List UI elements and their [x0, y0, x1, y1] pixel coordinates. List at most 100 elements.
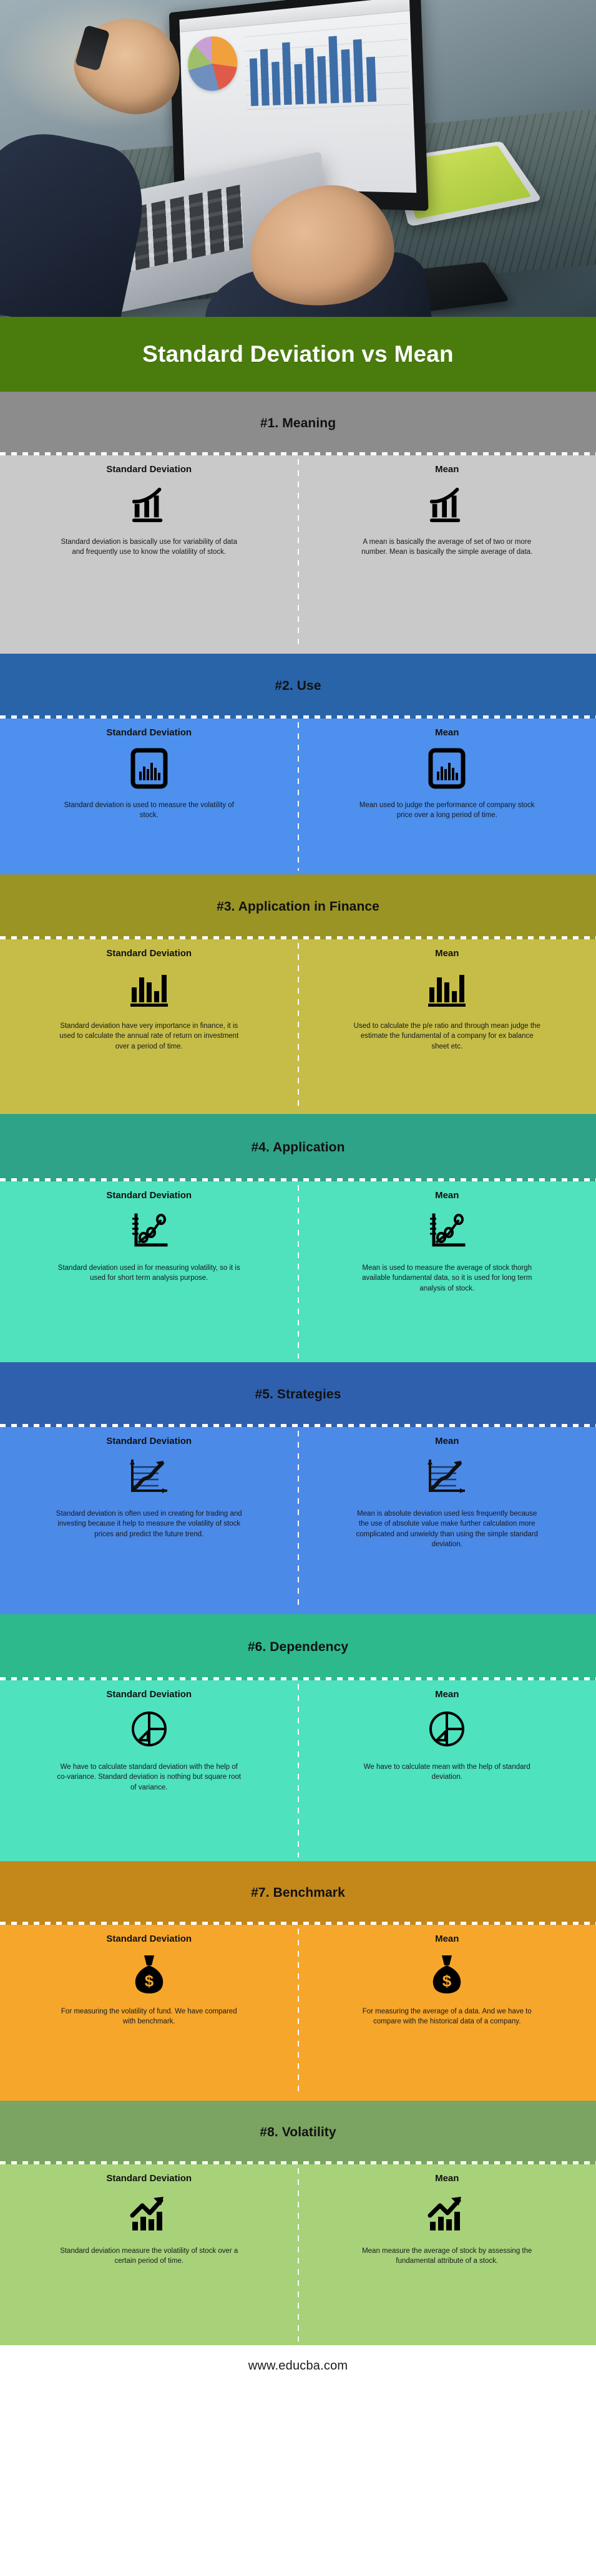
column-mean: Mean Mean measure the average of stock b…	[298, 2164, 596, 2345]
column-mean: Mean $ For measuring the average of a da…	[298, 1925, 596, 2101]
column-title: Standard Deviation	[106, 1190, 192, 1201]
column-description: Mean is absolute deviation used less fre…	[356, 1510, 538, 1548]
column-title: Mean	[435, 464, 459, 475]
section-body: Standard Deviation Standard deviation ha…	[0, 939, 596, 1114]
comparison-section: #1. Meaning Standard Deviation Standard …	[0, 392, 596, 654]
bar-chart-growth-icon	[130, 481, 169, 530]
framed-bar-chart-icon	[130, 744, 168, 793]
column-title: Mean	[435, 948, 459, 959]
footer: www.educba.com	[0, 2345, 596, 2390]
title-banner: Standard Deviation vs Mean	[0, 317, 596, 392]
column-description: Mean is used to measure the average of s…	[362, 1264, 532, 1292]
column-description: Standard deviation used in for measuring…	[57, 1264, 240, 1282]
infographic-page: Standard Deviation vs Mean #1. Meaning S…	[0, 0, 596, 2576]
column-standard-deviation: Standard Deviation Standard deviation is…	[0, 1427, 298, 1614]
column-standard-deviation: Standard Deviation $ For measuring the v…	[0, 1925, 298, 2101]
page-title: Standard Deviation vs Mean	[142, 341, 454, 367]
trend-arrow-graph-icon	[127, 1453, 171, 1501]
column-description: We have to calculate mean with the help …	[363, 1763, 530, 1781]
section-header: #7. Benchmark	[0, 1861, 596, 1925]
column-description: A mean is basically the average of set o…	[361, 538, 533, 556]
column-description: Standard deviation is basically use for …	[61, 538, 238, 556]
pie-chart-icon	[187, 34, 238, 92]
section-header: #1. Meaning	[0, 392, 596, 455]
comparison-section: #6. Dependency Standard Deviation We hav…	[0, 1614, 596, 1861]
comparison-section: #3. Application in Finance Standard Devi…	[0, 874, 596, 1114]
section-header: #5. Strategies	[0, 1362, 596, 1427]
section-heading: #6. Dependency	[247, 1640, 349, 1654]
column-title: Standard Deviation	[106, 948, 192, 959]
column-description: For measuring the volatility of fund. We…	[61, 2008, 237, 2026]
comparison-section: #7. Benchmark Standard Deviation $ For m…	[0, 1861, 596, 2101]
site-url[interactable]: www.educba.com	[248, 2359, 348, 2373]
section-heading: #1. Meaning	[260, 416, 336, 430]
column-title: Mean	[435, 1436, 459, 1446]
solid-bar-chart-icon	[129, 965, 169, 1014]
trend-arrow-graph-icon	[425, 1453, 469, 1501]
column-standard-deviation: Standard Deviation Standard deviation us…	[0, 1181, 298, 1362]
column-standard-deviation: Standard Deviation Standard deviation is…	[0, 719, 298, 874]
section-header: #8. Volatility	[0, 2101, 596, 2164]
section-body: Standard Deviation We have to calculate …	[0, 1680, 596, 1861]
column-title: Standard Deviation	[106, 464, 192, 475]
column-mean: Mean We have to calculate mean with the …	[298, 1680, 596, 1861]
section-header: #2. Use	[0, 654, 596, 719]
money-bag-icon: $	[429, 1950, 464, 1999]
column-title: Standard Deviation	[106, 727, 192, 738]
comparison-section: #4. Application Standard Deviation Stand…	[0, 1114, 596, 1362]
comparison-section: #8. Volatility Standard Deviation Standa…	[0, 2101, 596, 2345]
column-mean: Mean Used to calculate the p/e ratio and…	[298, 939, 596, 1114]
section-heading: #2. Use	[275, 679, 321, 693]
comparison-section: #2. Use Standard Deviation Standard devi…	[0, 654, 596, 874]
section-heading: #5. Strategies	[255, 1387, 341, 1402]
column-standard-deviation: Standard Deviation Standard deviation me…	[0, 2164, 298, 2345]
column-description: Standard deviation have very importance …	[59, 1022, 239, 1050]
column-mean: Mean Mean used to judge the performance …	[298, 719, 596, 874]
line-chart-points-icon	[427, 1207, 466, 1256]
section-body: Standard Deviation $ For measuring the v…	[0, 1925, 596, 2101]
hero-photo	[0, 0, 596, 317]
solid-bar-chart-icon	[427, 965, 467, 1014]
column-standard-deviation: Standard Deviation We have to calculate …	[0, 1680, 298, 1861]
comparison-section: #5. Strategies Standard Deviation Standa…	[0, 1362, 596, 1614]
section-heading: #8. Volatility	[260, 2125, 336, 2139]
column-description: Standard deviation measure the volatilit…	[60, 2247, 238, 2265]
column-description: We have to calculate standard deviation …	[57, 1763, 242, 1791]
section-heading: #3. Application in Finance	[217, 899, 379, 914]
arrow-up-bars-icon	[129, 2190, 170, 2239]
bar-chart-icon	[249, 19, 409, 107]
section-body: Standard Deviation Standard deviation us…	[0, 1181, 596, 1362]
column-title: Standard Deviation	[106, 2173, 192, 2184]
line-chart-points-icon	[130, 1207, 169, 1256]
money-bag-icon: $	[132, 1950, 167, 1999]
column-title: Standard Deviation	[106, 1934, 192, 1944]
pie-chart-slice-icon	[129, 1706, 169, 1755]
column-title: Mean	[435, 1689, 459, 1700]
section-body: Standard Deviation Standard deviation me…	[0, 2164, 596, 2345]
column-mean: Mean Mean is absolute deviation used les…	[298, 1427, 596, 1614]
column-mean: Mean A mean is basically the average of …	[298, 455, 596, 654]
column-title: Standard Deviation	[106, 1436, 192, 1446]
column-title: Mean	[435, 727, 459, 738]
svg-text:$: $	[442, 1972, 452, 1990]
section-heading: #4. Application	[251, 1140, 345, 1155]
column-standard-deviation: Standard Deviation Standard deviation is…	[0, 455, 298, 654]
pie-chart-slice-icon	[427, 1706, 467, 1755]
section-header: #6. Dependency	[0, 1614, 596, 1680]
column-description: Standard deviation is often used in crea…	[56, 1510, 242, 1538]
column-description: For measuring the average of a data. And…	[362, 2008, 532, 2026]
section-body: Standard Deviation Standard deviation is…	[0, 719, 596, 874]
bar-chart-growth-icon	[427, 481, 466, 530]
column-standard-deviation: Standard Deviation Standard deviation ha…	[0, 939, 298, 1114]
column-description: Mean used to judge the performance of co…	[359, 801, 535, 820]
section-body: Standard Deviation Standard deviation is…	[0, 455, 596, 654]
section-header: #4. Application	[0, 1114, 596, 1181]
column-mean: Mean Mean is used to measure the average…	[298, 1181, 596, 1362]
column-description: Used to calculate the p/e ratio and thro…	[353, 1022, 540, 1050]
column-description: Mean measure the average of stock by ass…	[362, 2247, 532, 2265]
column-title: Mean	[435, 2173, 459, 2184]
arrow-up-bars-icon	[426, 2190, 467, 2239]
section-header: #3. Application in Finance	[0, 874, 596, 939]
framed-bar-chart-icon	[428, 744, 466, 793]
column-description: Standard deviation is used to measure th…	[64, 801, 234, 820]
